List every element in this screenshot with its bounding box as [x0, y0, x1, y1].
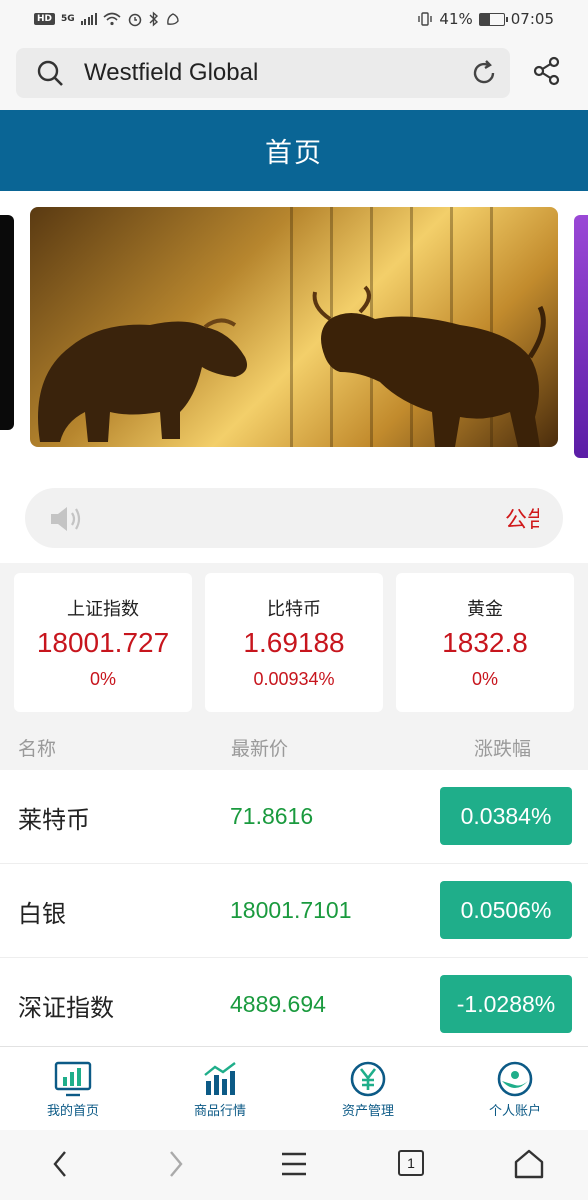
row-name: 莱特币 — [18, 806, 90, 834]
index-card-name: 黄金 — [467, 599, 503, 620]
market-table-header: 名称 最新价 涨跌幅 — [0, 722, 588, 770]
table-row[interactable]: 莱特币 71.8616 0.0384% — [0, 770, 588, 864]
network-type: 5G — [61, 14, 75, 24]
status-time: 07:05 — [510, 10, 554, 28]
alarm-icon — [128, 13, 141, 27]
bluetooth-icon — [149, 11, 158, 27]
bear-figure — [38, 318, 248, 442]
monitor-chart-icon — [54, 1061, 92, 1097]
index-card-price: 18001.727 — [36, 627, 170, 658]
menu-icon[interactable] — [280, 1148, 308, 1180]
index-card-change: 0% — [471, 669, 498, 689]
index-card[interactable]: 比特币 1.69188 0.00934% — [205, 573, 383, 712]
tab-market-label: 商品行情 — [193, 1104, 246, 1119]
page-title: 首页 — [265, 138, 323, 169]
search-icon[interactable] — [36, 59, 64, 87]
speaker-icon — [51, 507, 81, 531]
wifi-icon — [103, 12, 121, 26]
tab-assets-label: 资产管理 — [341, 1104, 394, 1119]
tab-home[interactable]: 我的首页 — [18, 1061, 128, 1119]
index-card-change: 0% — [89, 669, 116, 689]
announcement-bar[interactable]: 公告 — [25, 488, 563, 548]
browser-nav-bar: 1 — [0, 1130, 588, 1200]
row-name: 白银 — [18, 900, 66, 928]
index-card-price: 1.69188 — [243, 627, 345, 658]
app-notification-icon — [166, 13, 179, 25]
tab-account-label: 个人账户 — [488, 1104, 541, 1119]
announcement-text[interactable]: 公告 — [505, 502, 539, 534]
browser-toolbar: Westfield Global — [0, 38, 588, 110]
carousel-prev-slide[interactable] — [0, 215, 14, 430]
column-header-name: 名称 — [18, 738, 57, 760]
bull-figure — [312, 285, 546, 447]
forward-icon[interactable] — [166, 1148, 186, 1180]
index-card-name: 比特币 — [267, 599, 321, 620]
row-price: 71.8616 — [230, 803, 314, 829]
column-header-price: 最新价 — [231, 738, 289, 760]
index-card-name: 上证指数 — [67, 599, 139, 620]
status-left-icons: HD 5G — [34, 11, 181, 27]
table-row[interactable]: 深证指数 4889.694 -1.0288% — [0, 958, 588, 1052]
row-name: 深证指数 — [18, 994, 114, 1022]
back-icon[interactable] — [50, 1148, 70, 1180]
index-card[interactable]: 黄金 1832.8 0% — [396, 573, 574, 712]
share-icon[interactable] — [532, 56, 562, 86]
row-price: 18001.7101 — [230, 897, 352, 923]
status-bar: HD 5G 41% 07:05 — [0, 0, 588, 38]
home-icon[interactable] — [513, 1148, 545, 1180]
tabs-count: 1 — [407, 1155, 415, 1171]
search-value[interactable]: Westfield Global — [84, 59, 470, 87]
tab-assets[interactable]: 资产管理 — [313, 1061, 423, 1119]
tabs-button[interactable]: 1 — [398, 1150, 424, 1176]
index-card[interactable]: 上证指数 18001.727 0% — [14, 573, 192, 712]
carousel-next-slide[interactable] — [574, 215, 588, 458]
column-header-change: 涨跌幅 — [474, 738, 532, 760]
bar-chart-icon — [204, 1062, 236, 1095]
tab-market[interactable]: 商品行情 — [165, 1061, 275, 1119]
vibrate-icon — [418, 12, 433, 26]
index-card-price: 1832.8 — [442, 627, 528, 658]
row-change-badge[interactable]: 0.0384% — [440, 787, 572, 845]
battery-icon — [478, 12, 508, 26]
page-header: 首页 — [0, 110, 588, 191]
tab-home-label: 我的首页 — [46, 1104, 99, 1119]
battery-percent: 41% — [439, 10, 473, 28]
hd-badge: HD — [34, 13, 56, 25]
row-change-badge[interactable]: -1.0288% — [440, 975, 572, 1033]
market-table: 莱特币 71.8616 0.0384% 白银 18001.7101 0.0506… — [0, 770, 588, 1052]
yen-circle-icon — [350, 1061, 386, 1097]
refresh-icon[interactable] — [470, 59, 498, 87]
signal-icon — [80, 13, 97, 25]
row-change-badge[interactable]: 0.0506% — [440, 881, 572, 939]
banner-carousel[interactable]: 公告 — [0, 191, 588, 563]
search-input[interactable]: Westfield Global — [16, 48, 510, 98]
banner-image[interactable] — [30, 207, 558, 447]
tab-account[interactable]: 个人账户 — [460, 1061, 570, 1119]
bottom-tab-bar: 我的首页 商品行情 资产管理 个人账户 — [0, 1046, 588, 1130]
row-price: 4889.694 — [230, 991, 326, 1017]
table-row[interactable]: 白银 18001.7101 0.0506% — [0, 864, 588, 958]
index-cards: 上证指数 18001.727 0% 比特币 1.69188 0.00934% 黄… — [0, 563, 588, 722]
index-card-change: 0.00934% — [253, 669, 335, 689]
status-right-icons: 41% 07:05 — [417, 10, 554, 28]
account-circle-icon — [497, 1061, 533, 1097]
